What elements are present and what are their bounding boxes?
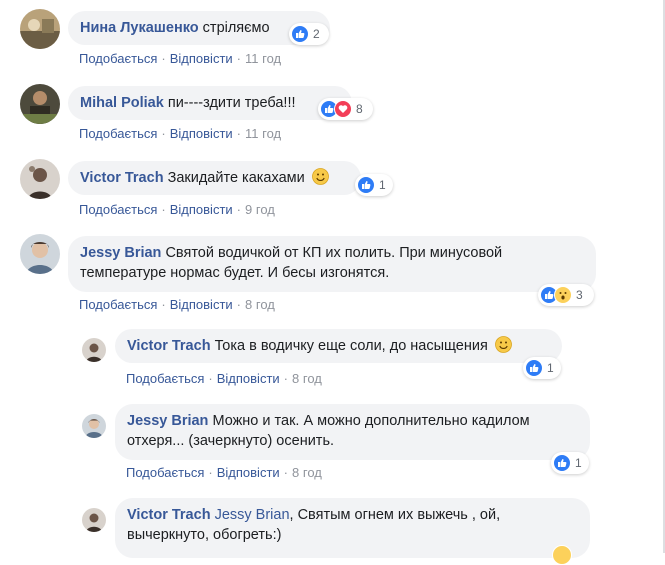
- comment-author[interactable]: Нина Лукашенко: [80, 20, 199, 36]
- comment-time[interactable]: 11 год: [245, 51, 281, 66]
- reaction-count: 1: [547, 361, 554, 375]
- reaction-summary[interactable]: 8: [318, 98, 373, 120]
- reaction-summary[interactable]: 2: [289, 23, 329, 45]
- mention-link[interactable]: Jessy Brian: [215, 507, 290, 523]
- reply-author[interactable]: Victor Trach: [127, 507, 211, 523]
- partial-reaction-emoji: [552, 545, 572, 565]
- reaction-summary[interactable]: 3: [538, 284, 594, 306]
- comment-author[interactable]: Mihal Poliak: [80, 95, 164, 111]
- comment-actions: Подобається · Відповісти · 11 год: [79, 126, 282, 141]
- reply-link[interactable]: Відповісти: [170, 126, 233, 141]
- comment-time[interactable]: 11 год: [245, 126, 281, 141]
- comment-time[interactable]: 9 год: [245, 202, 275, 217]
- reply-link[interactable]: Відповісти: [217, 371, 280, 386]
- comment-author[interactable]: Victor Trach: [80, 170, 164, 186]
- avatar[interactable]: [20, 84, 60, 124]
- comment-actions: Подобається · Відповісти · 8 год: [79, 297, 275, 312]
- reply-link[interactable]: Відповісти: [170, 297, 233, 312]
- reaction-summary[interactable]: 1: [523, 357, 561, 379]
- love-reaction-icon: [334, 100, 352, 118]
- reaction-count: 8: [356, 102, 363, 116]
- avatar[interactable]: [82, 414, 106, 438]
- like-link[interactable]: Подобається: [126, 371, 204, 386]
- reply-bubble: Jessy Brian Можно и так. А можно дополни…: [115, 404, 590, 460]
- wow-reaction-icon: [554, 286, 572, 304]
- reaction-count: 1: [379, 178, 386, 192]
- comment-bubble: Mihal Poliak пи----здити треба!!!: [68, 86, 352, 120]
- comment-bubble: Victor Trach Закидайте какахами: [68, 161, 361, 195]
- smile-emoji-icon: [494, 336, 512, 353]
- reply-bubble: Victor Trach Тока в водичку еще соли, до…: [115, 329, 562, 363]
- reply-actions: Подобається · Відповісти · 8 год: [126, 465, 322, 480]
- reply-link[interactable]: Відповісти: [170, 202, 233, 217]
- reply-actions: Подобається · Відповісти · 8 год: [126, 371, 322, 386]
- comment-bubble: Jessy Brian Святой водичкой от КП их пол…: [68, 236, 596, 292]
- reply-author[interactable]: Jessy Brian: [127, 413, 208, 429]
- comment-author[interactable]: Jessy Brian: [80, 245, 161, 261]
- comment-text: Закидайте какахами: [167, 170, 305, 186]
- reply-author[interactable]: Victor Trach: [127, 338, 211, 354]
- like-reaction-icon: [291, 25, 309, 43]
- reaction-count: 3: [576, 288, 583, 302]
- comment-text: пи----здити треба!!!: [167, 95, 296, 111]
- avatar[interactable]: [82, 508, 106, 532]
- reply-time[interactable]: 8 год: [292, 371, 322, 386]
- avatar[interactable]: [20, 159, 60, 199]
- smile-emoji-icon: [311, 168, 329, 185]
- like-link[interactable]: Подобається: [79, 202, 157, 217]
- reply-time[interactable]: 8 год: [292, 465, 322, 480]
- reaction-summary[interactable]: 1: [551, 452, 589, 474]
- reply-bubble: Victor Trach Jessy Brian, Святым огнем и…: [115, 498, 590, 558]
- avatar[interactable]: [82, 338, 106, 362]
- avatar[interactable]: [20, 9, 60, 49]
- comment-text: стріляємо: [202, 20, 270, 36]
- reaction-count: 1: [575, 456, 582, 470]
- comment-time[interactable]: 8 год: [245, 297, 275, 312]
- like-reaction-icon: [553, 454, 571, 472]
- like-link[interactable]: Подобається: [79, 126, 157, 141]
- comment-actions: Подобається · Відповісти · 11 год: [79, 51, 282, 66]
- reaction-count: 2: [313, 27, 320, 41]
- like-reaction-icon: [525, 359, 543, 377]
- like-link[interactable]: Подобається: [79, 297, 157, 312]
- reply-link[interactable]: Відповісти: [170, 51, 233, 66]
- comment-actions: Подобається · Відповісти · 9 год: [79, 202, 275, 217]
- like-reaction-icon: [357, 176, 375, 194]
- reaction-summary[interactable]: 1: [355, 174, 393, 196]
- like-link[interactable]: Подобається: [126, 465, 204, 480]
- reply-link[interactable]: Відповісти: [217, 465, 280, 480]
- reply-text: Тока в водичку еще соли, до насыщения: [214, 338, 488, 354]
- like-link[interactable]: Подобається: [79, 51, 157, 66]
- avatar[interactable]: [20, 234, 60, 274]
